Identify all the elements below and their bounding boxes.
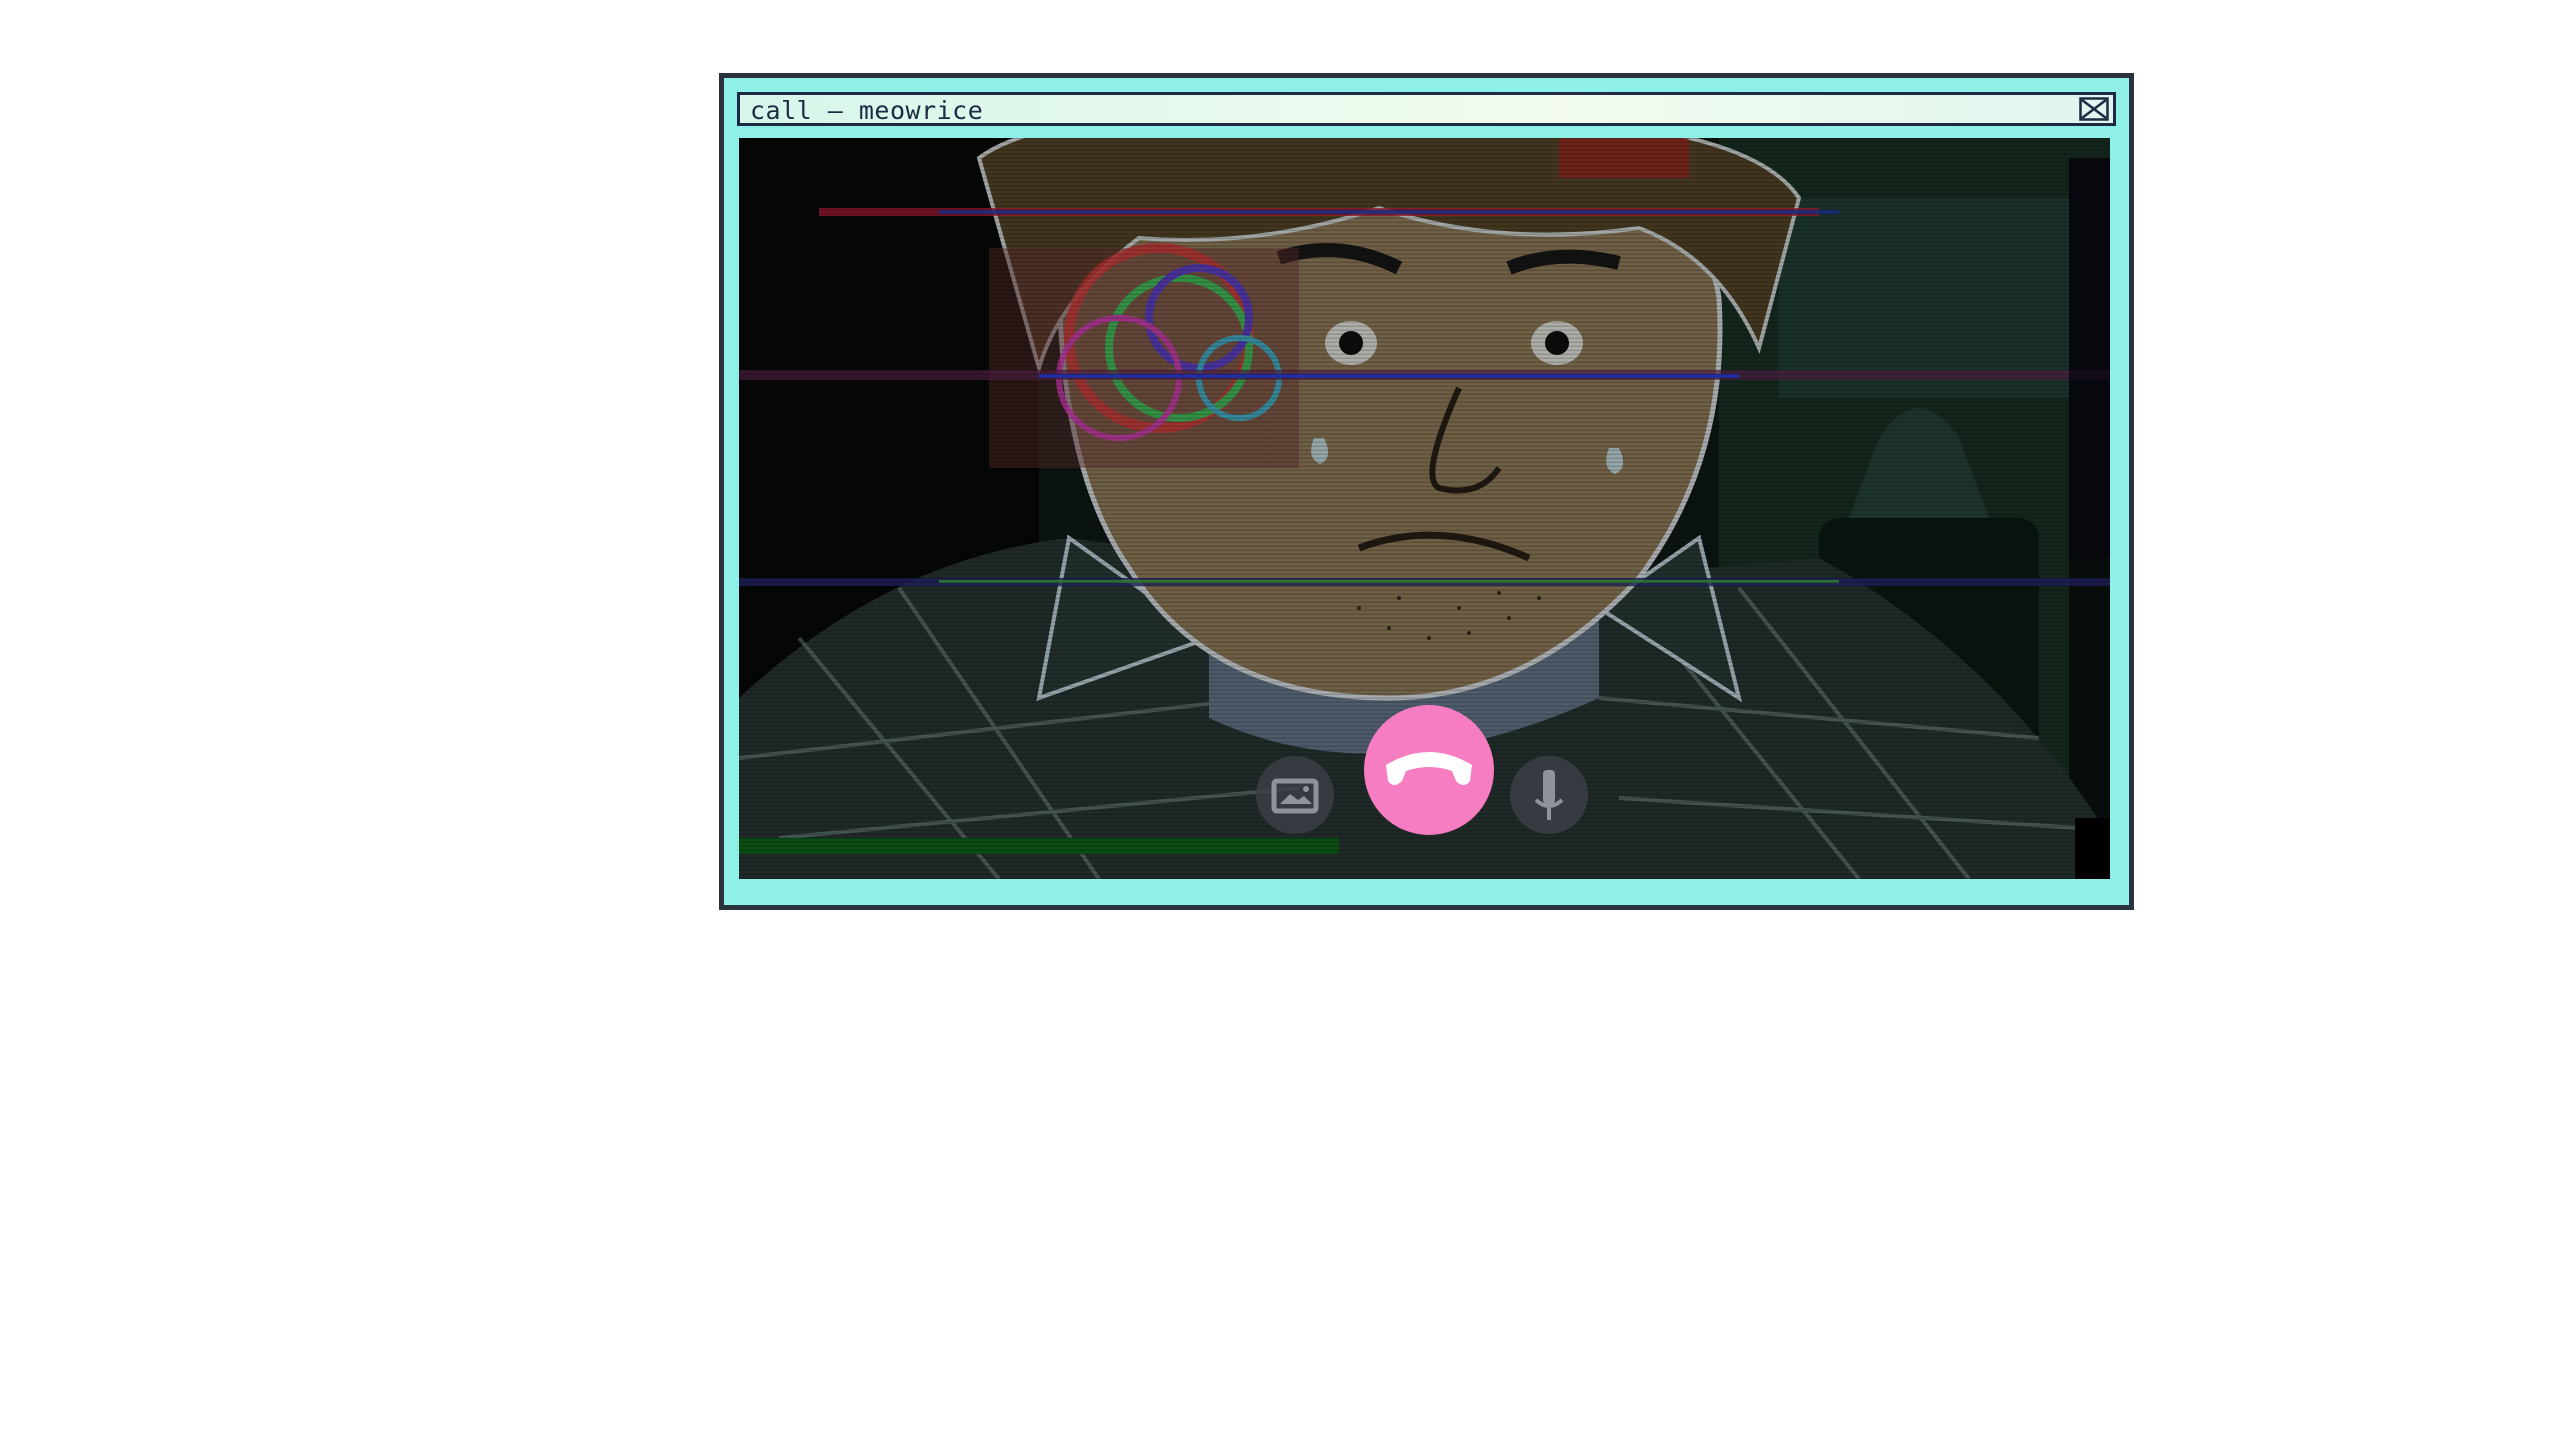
microphone-icon bbox=[1534, 770, 1564, 820]
close-button[interactable] bbox=[2079, 97, 2109, 121]
window-title: call – meowrice bbox=[750, 96, 984, 125]
window-frame: call – meowrice bbox=[724, 78, 2129, 905]
video-camera-icon bbox=[1271, 778, 1319, 814]
call-window: call – meowrice bbox=[719, 73, 2134, 910]
close-x-box-icon bbox=[2079, 97, 2109, 121]
title-bar[interactable]: call – meowrice bbox=[737, 92, 2116, 126]
phone-hangup-icon bbox=[1386, 752, 1472, 785]
hang-up-button[interactable] bbox=[1364, 705, 1494, 835]
video-toggle-button[interactable] bbox=[1256, 756, 1334, 834]
mute-toggle-button[interactable] bbox=[1510, 756, 1588, 834]
video-feed bbox=[739, 138, 2110, 879]
